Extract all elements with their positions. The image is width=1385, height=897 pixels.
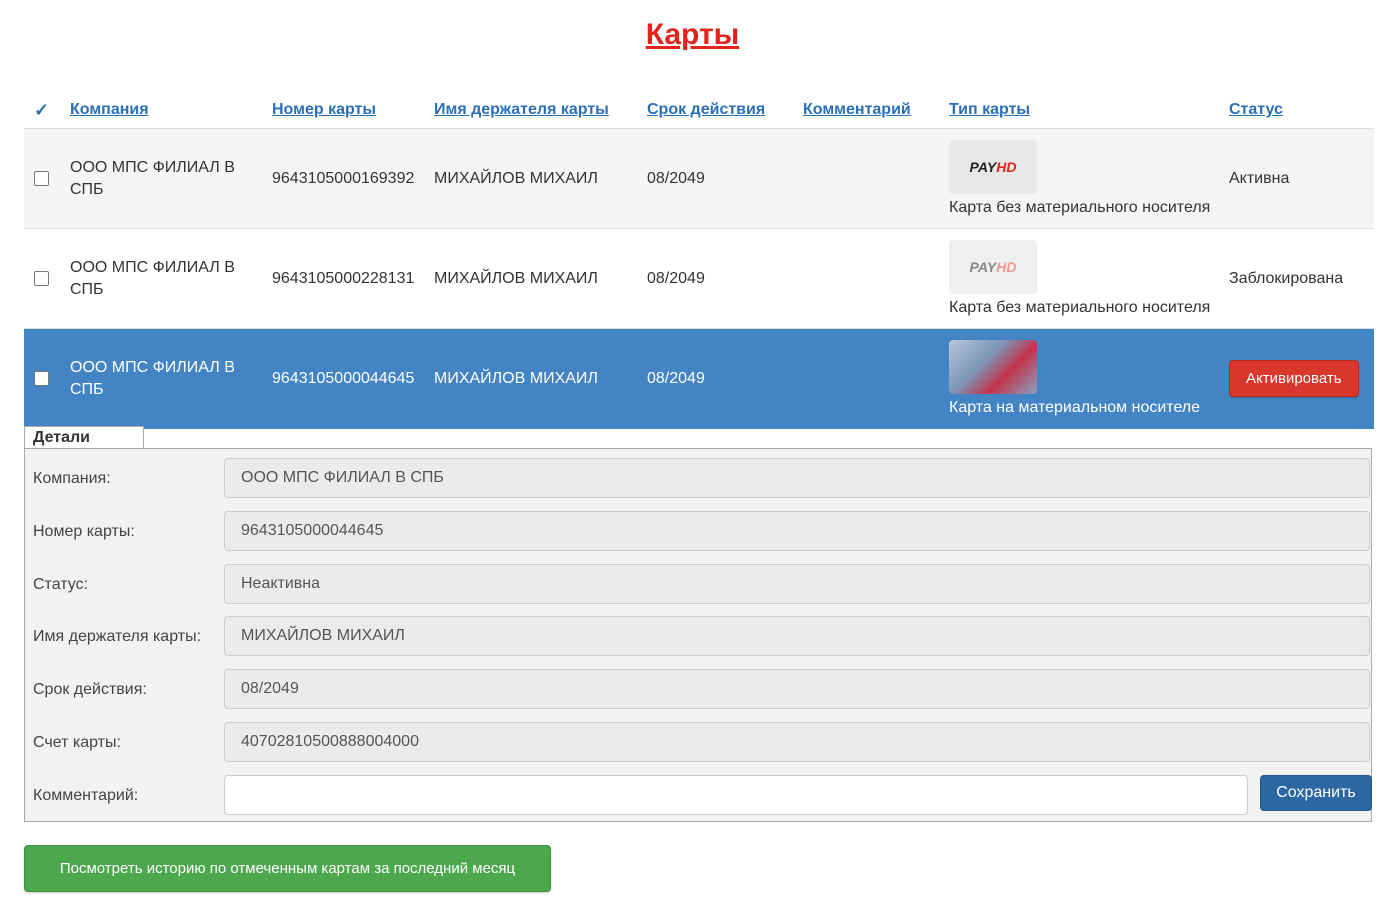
header-comment[interactable]: Комментарий: [803, 92, 949, 129]
expiry-cell: 08/2049: [647, 228, 803, 329]
comment-cell: [803, 228, 949, 329]
table-header-row: ✓ Компания Номер карты Имя держателя кар…: [24, 92, 1374, 129]
header-card-number[interactable]: Номер карты: [272, 92, 434, 129]
sort-card-number-link[interactable]: Номер карты: [272, 101, 376, 118]
sort-status-link[interactable]: Статус: [1229, 101, 1283, 118]
details-account-field[interactable]: 40702810500888004000: [224, 722, 1370, 762]
company-cell: ООО МПС ФИЛИАЛ В СПБ: [70, 128, 272, 229]
details-panel: Компания: ООО МПС ФИЛИАЛ В СПБ Номер кар…: [24, 448, 1372, 822]
sort-comment-link[interactable]: Комментарий: [803, 101, 911, 118]
header-card-type[interactable]: Тип карты: [949, 92, 1229, 129]
details-holder-label: Имя держателя карты:: [33, 628, 202, 645]
company-cell: ООО МПС ФИЛИАЛ В СПБ: [70, 328, 272, 429]
status-cell: Активна: [1229, 128, 1374, 229]
header-status[interactable]: Статус: [1229, 92, 1374, 129]
sort-card-type-link[interactable]: Тип карты: [949, 101, 1030, 118]
card-type-label: Карта без материального носителя: [949, 198, 1211, 216]
card-type-cell: PAY HD Карта без материального носителя: [949, 228, 1229, 329]
details-comment-row: Комментарий: Сохранить: [25, 775, 1372, 817]
sort-company-link[interactable]: Компания: [70, 101, 149, 118]
expiry-cell: 08/2049: [647, 128, 803, 229]
header-expiry[interactable]: Срок действия: [647, 92, 803, 129]
status-cell: Заблокирована: [1229, 228, 1374, 329]
details-company-field[interactable]: ООО МПС ФИЛИАЛ В СПБ: [224, 458, 1370, 498]
expiry-cell: 08/2049: [647, 328, 803, 429]
card-number-cell: 9643105000228131: [272, 228, 434, 329]
comment-cell: [803, 328, 949, 429]
physical-card-icon: [949, 339, 1037, 394]
details-tab[interactable]: Детали: [24, 426, 144, 448]
row-checkbox[interactable]: [34, 170, 49, 186]
details-expiry-field[interactable]: 08/2049: [224, 669, 1370, 709]
table-row[interactable]: ООО МПС ФИЛИАЛ В СПБ 9643105000228131 МИ…: [24, 228, 1374, 329]
cards-table: ✓ Компания Номер карты Имя держателя кар…: [24, 92, 1374, 429]
header-company[interactable]: Компания: [70, 92, 272, 129]
card-number-cell: 9643105000169392: [272, 128, 434, 229]
details-company-label: Компания:: [33, 470, 111, 487]
activate-button[interactable]: Активировать: [1229, 360, 1359, 398]
details-company-row: Компания: ООО МПС ФИЛИАЛ В СПБ: [25, 458, 1371, 500]
card-type-label: Карта на материальном носителе: [949, 398, 1201, 416]
company-cell: ООО МПС ФИЛИАЛ В СПБ: [70, 228, 272, 329]
holder-cell: МИХАЙЛОВ МИХАИЛ: [434, 228, 647, 329]
details-status-label: Статус:: [33, 576, 89, 593]
details-comment-label: Комментарий:: [33, 787, 139, 804]
card-type-label: Карта без материального носителя: [949, 298, 1211, 316]
details-card-number-label: Номер карты:: [33, 523, 135, 540]
details-status-row: Статус: Неактивна: [25, 564, 1371, 606]
sort-holder-link[interactable]: Имя держателя карты: [434, 101, 609, 118]
details-account-label: Счет карты:: [33, 734, 121, 751]
details-holder-row: Имя держателя карты: МИХАЙЛОВ МИХАИЛ: [25, 616, 1371, 658]
sort-expiry-link[interactable]: Срок действия: [647, 101, 765, 118]
details-card-number-row: Номер карты: 9643105000044645: [25, 511, 1371, 553]
details-expiry-label: Срок действия:: [33, 681, 147, 698]
details-holder-field[interactable]: МИХАЙЛОВ МИХАИЛ: [224, 616, 1370, 656]
comment-input[interactable]: [224, 775, 1248, 815]
row-checkbox[interactable]: [34, 371, 49, 387]
table-row[interactable]: ООО МПС ФИЛИАЛ В СПБ 9643105000169392 МИ…: [24, 128, 1374, 229]
comment-cell: [803, 128, 949, 229]
details-account-row: Счет карты: 40702810500888004000: [25, 722, 1371, 764]
view-history-button[interactable]: Посмотреть историю по отмеченным картам …: [24, 845, 551, 892]
save-button[interactable]: Сохранить: [1260, 775, 1372, 811]
table-row-selected[interactable]: ООО МПС ФИЛИАЛ В СПБ 9643105000044645 МИ…: [24, 328, 1374, 429]
card-number-cell: 9643105000044645: [272, 328, 434, 429]
details-status-field[interactable]: Неактивна: [224, 564, 1370, 604]
holder-cell: МИХАЙЛОВ МИХАИЛ: [434, 328, 647, 429]
row-checkbox[interactable]: [34, 270, 49, 286]
details-card-number-field[interactable]: 9643105000044645: [224, 511, 1370, 551]
action-cell: Активировать: [1229, 328, 1374, 429]
select-all-check[interactable]: ✓: [24, 92, 70, 129]
holder-cell: МИХАЙЛОВ МИХАИЛ: [434, 128, 647, 229]
card-type-cell: Карта на материальном носителе: [949, 328, 1229, 429]
header-holder[interactable]: Имя держателя карты: [434, 92, 647, 129]
card-type-cell: PAY HD Карта без материального носителя: [949, 128, 1229, 229]
details-expiry-row: Срок действия: 08/2049: [25, 669, 1371, 711]
page-title[interactable]: Карты: [0, 18, 1385, 52]
payhd-card-icon: PAY HD: [949, 239, 1037, 294]
payhd-card-icon: PAY HD: [949, 139, 1037, 194]
